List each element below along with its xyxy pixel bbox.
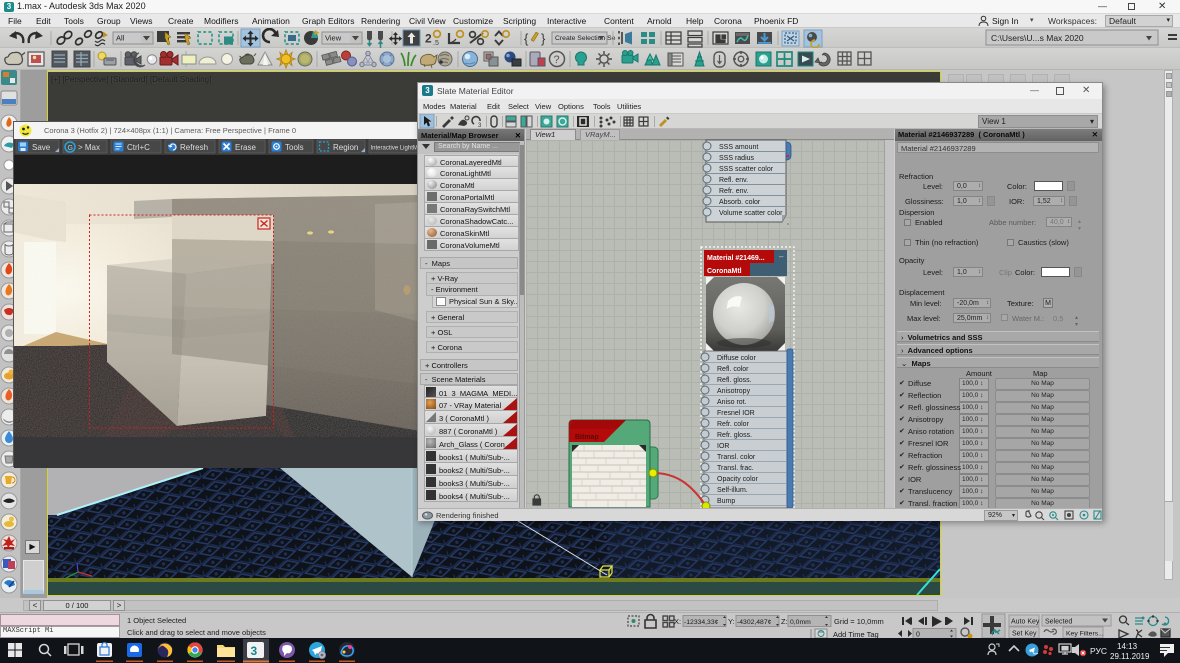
svg-text:–: – [779,252,784,261]
svg-text:Erase: Erase [235,143,256,152]
svg-text:Save: Save [32,143,51,152]
svg-text:Aniso rot.: Aniso rot. [717,399,747,406]
svg-text:All: All [116,34,125,43]
svg-text:?: ? [554,54,560,66]
svg-text:Tools: Tools [285,143,304,152]
svg-text:14:13: 14:13 [1117,642,1138,651]
svg-text:РУС: РУС [1090,646,1107,656]
svg-text:Transl. frac.: Transl. frac. [717,465,754,472]
svg-text:SSS scatter color: SSS scatter color [719,166,774,173]
svg-text:Volume scatter color: Volume scatter color [719,210,783,217]
svg-text:Opacity color: Opacity color [717,476,759,483]
svg-text:Selected: Selected [1045,619,1072,626]
svg-text:Refr. env.: Refr. env. [719,188,748,195]
svg-text:}: } [541,31,546,46]
svg-text:View: View [325,34,342,43]
svg-text:Y:: Y: [728,617,735,626]
svg-text:Transl. color: Transl. color [717,454,756,461]
svg-text:Fresnel IOR: Fresnel IOR [717,410,755,417]
svg-text:CoronaMtl: CoronaMtl [707,268,742,275]
svg-text:Refr. gloss.: Refr. gloss. [717,432,752,439]
svg-text:0,0mm: 0,0mm [790,619,811,626]
svg-text:{: { [524,31,529,46]
svg-text:-12334,33¢: -12334,33¢ [684,619,719,626]
svg-text:Grid = 10,0mm: Grid = 10,0mm [834,617,884,626]
svg-text:Absorb. color: Absorb. color [719,199,761,206]
svg-text:Key Filters...: Key Filters... [1066,631,1104,638]
svg-text:Z:: Z: [781,617,788,626]
svg-text:29.11.2019: 29.11.2019 [1110,652,1150,661]
svg-text:.5: .5 [433,40,439,47]
svg-text:SSS amount: SSS amount [719,144,758,151]
svg-text:Set Key: Set Key [1012,631,1037,638]
svg-text:Diffuse color: Diffuse color [717,355,756,362]
svg-text:Create Selection Se: Create Selection Se [555,35,616,42]
svg-text:2: 2 [425,32,432,46]
svg-text:Region: Region [333,143,358,152]
svg-text:Interactive LightMix: Interactive LightMix [371,146,421,152]
svg-text:Refl. color: Refl. color [717,366,749,373]
svg-text:Bump: Bump [717,498,735,505]
svg-text:SSS radius: SSS radius [719,155,755,162]
svg-text:Ctrl+C: Ctrl+C [127,143,150,152]
svg-text:-4302,487¢: -4302,487¢ [737,619,772,626]
svg-text:Refl. env.: Refl. env. [719,177,748,184]
svg-text:Refresh: Refresh [180,143,208,152]
svg-text:C:\Users\U...s Max 2020: C:\Users\U...s Max 2020 [991,33,1084,43]
svg-text:Auto Key: Auto Key [1011,619,1040,626]
svg-text:Refl. gloss.: Refl. gloss. [717,377,752,384]
svg-text:Material #21469...: Material #21469... [707,255,765,262]
svg-text:Refr. color: Refr. color [717,421,750,428]
svg-text:Anisotropy: Anisotropy [717,388,751,395]
svg-text:X:: X: [674,617,681,626]
svg-text:3: 3 [251,644,258,658]
svg-text:> Max: > Max [78,143,100,152]
svg-text:Bitmap: Bitmap [575,434,599,441]
svg-text:IOR: IOR [717,443,729,450]
svg-text:G: G [68,145,73,152]
svg-text:Self-illum.: Self-illum. [717,487,748,494]
